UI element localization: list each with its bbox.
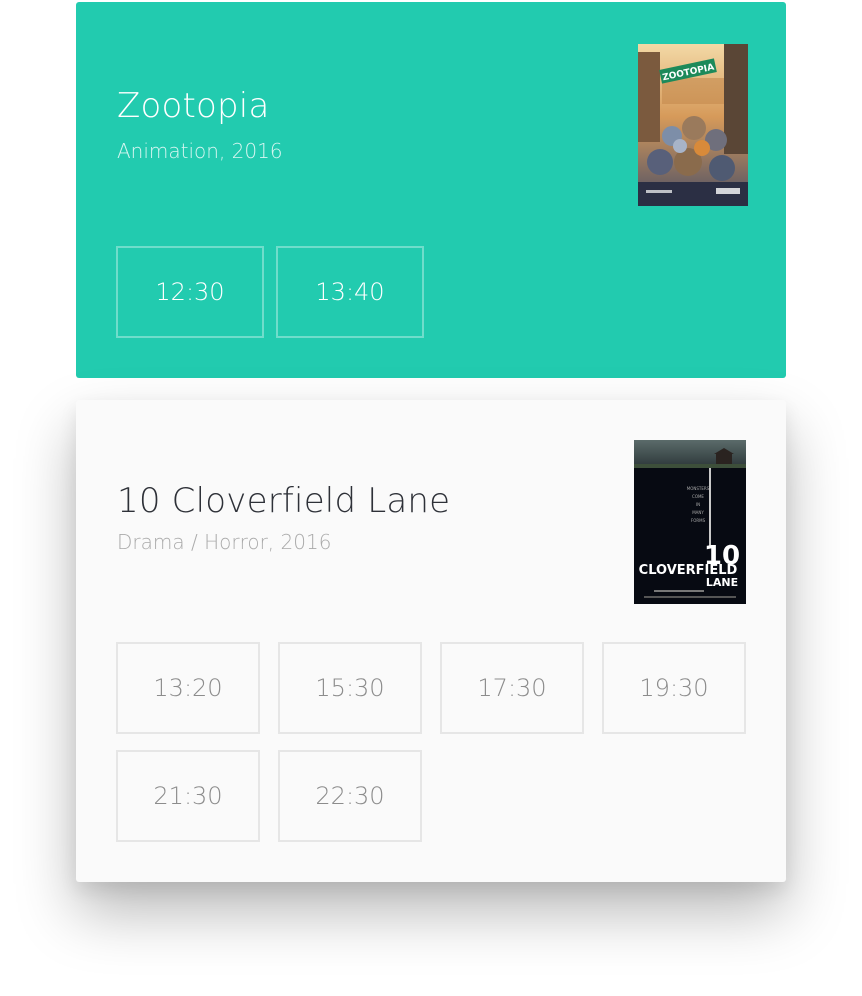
movie-genre-year: Animation, 2016 [117, 139, 283, 163]
showtime-button[interactable]: 13:40 [276, 246, 424, 338]
svg-text:FORMS: FORMS [691, 518, 706, 523]
svg-text:COME: COME [692, 494, 704, 499]
svg-text:IN: IN [696, 502, 700, 507]
movie-title: 10 Cloverfield Lane [117, 481, 451, 521]
showtime-button[interactable]: 22:30 [278, 750, 422, 842]
showtime-button[interactable]: 13:20 [116, 642, 260, 734]
showtime-button[interactable]: 15:30 [278, 642, 422, 734]
movie-title: Zootopia [117, 86, 270, 126]
svg-text:MANY: MANY [692, 510, 704, 515]
movie-card-cloverfield[interactable]: 10 Cloverfield Lane Drama / Horror, 2016… [76, 400, 786, 882]
zootopia-poster-image: ZOOTOPIA [638, 44, 748, 206]
movie-genre-year: Drama / Horror, 2016 [117, 530, 332, 554]
movie-card-zootopia[interactable]: Zootopia Animation, 2016 ZOOTOPIA 12:30 … [76, 2, 786, 378]
showtime-button[interactable]: 19:30 [602, 642, 746, 734]
showtime-button[interactable]: 21:30 [116, 750, 260, 842]
showtime-button[interactable]: 17:30 [440, 642, 584, 734]
svg-text:MONSTERS: MONSTERS [687, 486, 710, 491]
showtime-button[interactable]: 12:30 [116, 246, 264, 338]
cloverfield-poster-image: MONSTERS COME IN MANY FORMS 10 CLOVERFIE… [634, 440, 746, 604]
svg-text:LANE: LANE [706, 576, 738, 589]
